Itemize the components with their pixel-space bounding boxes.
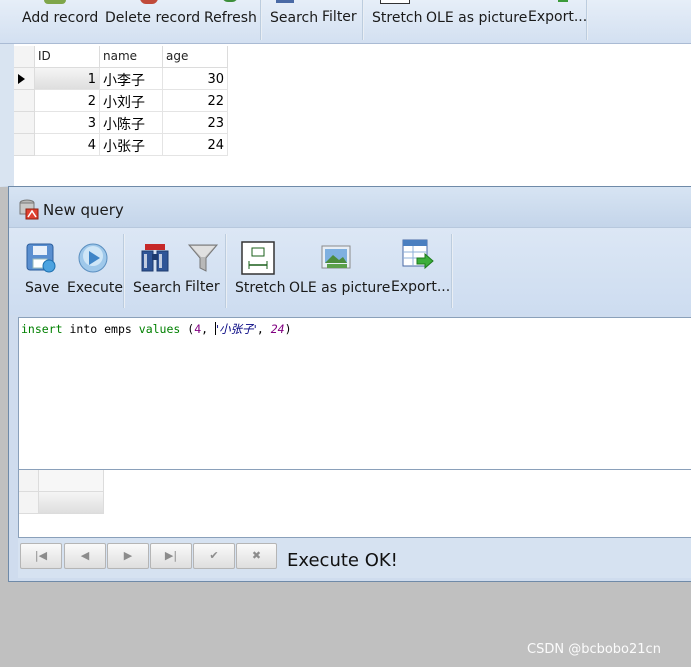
result-grid-corner <box>19 470 39 492</box>
execute-status-text: Execute OK! <box>287 550 398 571</box>
stretch-label: Stretch <box>235 280 286 296</box>
nav-prior-button[interactable]: ◀ <box>64 543 106 569</box>
picture-icon <box>321 245 351 269</box>
execute-label: Execute <box>67 280 123 296</box>
grid-corner <box>14 46 35 68</box>
sql-editor[interactable]: insert into emps values (4, '小张子', 24) <box>18 317 691 470</box>
nav-next-button[interactable]: ▶ <box>107 543 149 569</box>
export-label: Export... <box>391 279 451 295</box>
row-indicator[interactable] <box>14 68 35 90</box>
sql-punct: , <box>201 322 209 336</box>
sql-identifier: emps <box>104 322 132 336</box>
table-cell-name[interactable]: 小张子 <box>100 134 163 156</box>
refresh-button[interactable]: Refresh <box>204 10 257 26</box>
sql-keyword: values <box>138 322 181 336</box>
export-icon <box>558 0 568 2</box>
add-record-icon <box>44 0 66 4</box>
row-indicator[interactable] <box>14 134 35 156</box>
nav-last-button[interactable]: ▶| <box>150 543 192 569</box>
delete-record-button[interactable]: Delete record <box>105 10 200 26</box>
result-grid-header <box>39 470 104 492</box>
search-button[interactable]: Search <box>270 10 318 26</box>
table-cell-name[interactable]: 小陈子 <box>100 112 163 134</box>
refresh-icon <box>222 0 238 2</box>
table-cell-id[interactable]: 2 <box>35 90 100 112</box>
sql-punct: ) <box>284 322 292 336</box>
search-icon <box>276 0 294 3</box>
filter-button[interactable]: Filter <box>185 240 227 302</box>
save-icon <box>26 243 56 273</box>
toolbar-separator <box>225 234 227 308</box>
data-grid[interactable]: ID name age 1 小李子 30 2 小刘子 22 3 小陈子 23 4… <box>14 46 228 158</box>
sql-line-1: insert into emps values (4, '小张子', 24) <box>21 321 292 337</box>
column-header-id[interactable]: ID <box>35 46 100 68</box>
toolbar-separator <box>586 0 588 40</box>
table-cell-age[interactable]: 30 <box>163 68 228 90</box>
query-toolbar: Save Execute Search Filter Stretch OLE a… <box>9 227 691 315</box>
stretch-button[interactable]: Stretch <box>235 240 287 302</box>
nav-post-button[interactable]: ✔ <box>193 543 235 569</box>
search-button[interactable]: Search <box>133 240 183 302</box>
table-cell-id[interactable]: 4 <box>35 134 100 156</box>
save-label: Save <box>25 280 60 296</box>
funnel-icon <box>187 244 219 272</box>
add-record-button[interactable]: Add record <box>22 10 98 26</box>
execute-button[interactable]: Execute <box>65 240 127 302</box>
nav-first-button[interactable]: |◀ <box>20 543 62 569</box>
ole-as-picture-label: OLE as picture <box>289 280 391 296</box>
toolbar-separator <box>362 0 364 40</box>
search-label: Search <box>133 280 182 296</box>
table-cell-name[interactable]: 小刘子 <box>100 90 163 112</box>
sql-punct: , <box>256 322 264 336</box>
ole-as-picture-button[interactable]: OLE as picture <box>289 240 391 302</box>
top-toolbar: Add record Delete record Refresh Search … <box>0 0 691 44</box>
nav-cancel-button[interactable]: ✖ <box>236 543 277 569</box>
export-button[interactable]: Export... <box>391 238 451 302</box>
watermark: CSDN @bcbobo21cn <box>527 642 661 657</box>
delete-record-icon <box>140 0 158 4</box>
stretch-icon <box>241 241 275 275</box>
stretch-icon <box>380 0 410 4</box>
filter-button[interactable]: Filter <box>322 9 357 25</box>
table-cell-age[interactable]: 22 <box>163 90 228 112</box>
table-cell-name[interactable]: 小李子 <box>100 68 163 90</box>
toolbar-separator <box>260 0 262 40</box>
current-row-arrow-icon <box>18 74 25 84</box>
sql-number: 24 <box>270 322 285 336</box>
sql-keyword: into <box>69 322 98 336</box>
result-row-indicator <box>19 492 39 514</box>
execute-play-icon <box>78 243 108 273</box>
sql-keyword: insert <box>21 322 63 336</box>
column-header-name[interactable]: name <box>100 46 163 68</box>
sql-string: '小张子' <box>216 322 257 336</box>
ole-as-picture-button[interactable]: OLE as picture <box>426 10 527 26</box>
table-cell-id[interactable]: 1 <box>35 68 100 90</box>
row-indicator[interactable] <box>14 112 35 134</box>
query-window-title: New query <box>43 201 124 219</box>
toolbar-separator <box>123 234 125 308</box>
table-cell-id[interactable]: 3 <box>35 112 100 134</box>
row-indicator[interactable] <box>14 90 35 112</box>
export-button[interactable]: Export... <box>528 9 587 25</box>
column-header-age[interactable]: age <box>163 46 228 68</box>
stretch-button[interactable]: Stretch <box>372 10 423 26</box>
query-window-titlebar[interactable]: New query <box>9 187 691 227</box>
save-button[interactable]: Save <box>23 240 59 302</box>
table-cell-age[interactable]: 23 <box>163 112 228 134</box>
result-grid-cell[interactable] <box>39 492 104 514</box>
table-cell-age[interactable]: 24 <box>163 134 228 156</box>
export-table-icon <box>402 239 434 270</box>
query-window-icon <box>19 199 39 220</box>
query-window: New query Save Execute Search Filter Str… <box>8 186 691 582</box>
binoculars-icon <box>141 244 169 272</box>
toolbar-separator <box>451 234 453 308</box>
result-grid[interactable] <box>18 470 691 538</box>
filter-label: Filter <box>185 279 220 295</box>
